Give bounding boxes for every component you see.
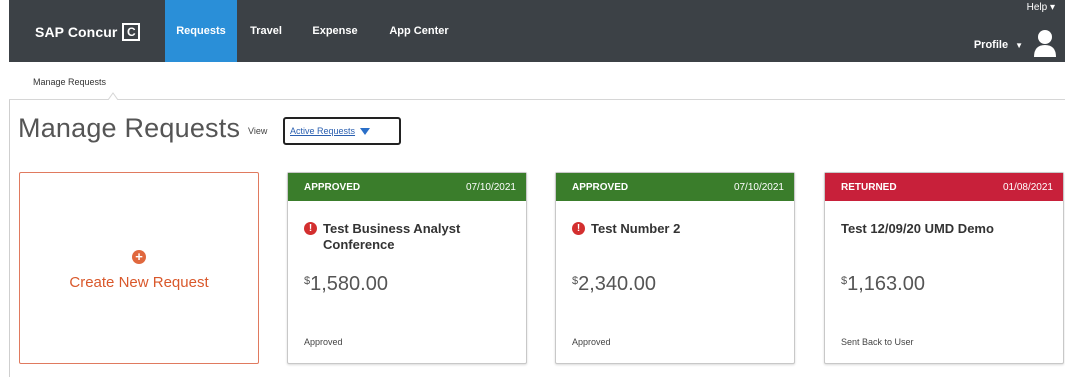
view-filter-dropdown[interactable]: Active Requests — [283, 117, 401, 145]
request-date: 01/08/2021 — [1002, 181, 1053, 193]
brand-name: SAP Concur — [35, 24, 118, 40]
create-new-request-label: Create New Request — [69, 274, 209, 291]
request-status-header: RETURNED 01/08/2021 — [825, 173, 1063, 201]
request-footer-status: Approved — [304, 337, 343, 347]
profile-menu[interactable]: Profile ▼ — [974, 39, 1023, 51]
tab-requests[interactable]: Requests — [165, 0, 237, 62]
request-title-row: Test 12/09/20 UMD Demo — [841, 221, 1051, 237]
request-date: 07/10/2021 — [733, 181, 784, 193]
request-title-row: ! Test Business Analyst Conference — [304, 221, 514, 253]
create-new-request-card[interactable]: + Create New Request — [19, 172, 259, 364]
active-indicator-icon — [108, 92, 118, 100]
request-title: Test 12/09/20 UMD Demo — [841, 221, 994, 236]
plus-circle-icon: + — [132, 250, 146, 264]
request-card[interactable]: APPROVED 07/10/2021 ! Test Business Anal… — [287, 172, 527, 364]
request-title-row: ! Test Number 2 — [572, 221, 782, 237]
currency-symbol: $ — [841, 275, 848, 287]
tab-label: App Center — [389, 25, 449, 37]
subnav-manage-requests[interactable]: Manage Requests — [33, 77, 106, 87]
request-amount: $2,340.00 — [572, 273, 656, 296]
alert-icon: ! — [572, 222, 585, 235]
amount-value: 1,580.00 — [310, 273, 388, 295]
caret-down-icon — [360, 127, 371, 135]
tab-expense[interactable]: Expense — [304, 0, 366, 62]
user-silhouette-icon[interactable] — [1033, 28, 1057, 58]
chevron-down-icon: ▼ — [1015, 41, 1023, 50]
request-amount: $1,163.00 — [841, 273, 925, 296]
request-status-header: APPROVED 07/10/2021 — [288, 173, 526, 201]
request-amount: $1,580.00 — [304, 273, 388, 296]
tab-travel[interactable]: Travel — [242, 0, 290, 62]
profile-label: Profile — [973, 39, 1009, 51]
view-label: View — [248, 126, 268, 136]
request-status-header: APPROVED 07/10/2021 — [556, 173, 794, 201]
request-footer-status: Sent Back to User — [841, 337, 914, 347]
help-menu[interactable]: Help ▾ — [1027, 2, 1055, 13]
amount-value: 1,163.00 — [847, 273, 925, 295]
amount-value: 2,340.00 — [578, 273, 656, 295]
tab-label: Requests — [176, 25, 226, 37]
view-selected-value: Active Requests — [290, 126, 356, 136]
sap-concur-logo[interactable]: SAP Concur C — [35, 23, 141, 41]
currency-symbol: $ — [304, 275, 311, 287]
status-badge: APPROVED — [304, 181, 361, 193]
tab-label: Travel — [250, 25, 282, 37]
concur-c-icon: C — [122, 23, 141, 41]
tab-app-center[interactable]: App Center — [379, 0, 459, 62]
status-badge: APPROVED — [572, 181, 629, 193]
request-title: Test Business Analyst Conference — [323, 221, 461, 252]
tab-label: Expense — [312, 25, 358, 37]
top-nav-bar: SAP Concur C Requests Travel Expense App… — [9, 0, 1065, 62]
request-card[interactable]: RETURNED 01/08/2021 Test 12/09/20 UMD De… — [824, 172, 1064, 364]
request-footer-status: Approved — [572, 337, 611, 347]
request-card[interactable]: APPROVED 07/10/2021 ! Test Number 2 $2,3… — [555, 172, 795, 364]
currency-symbol: $ — [572, 275, 579, 287]
alert-icon: ! — [304, 222, 317, 235]
request-title: Test Number 2 — [591, 221, 681, 236]
sub-nav-bar: Manage Requests — [9, 62, 1065, 100]
status-badge: RETURNED — [841, 181, 897, 193]
request-date: 07/10/2021 — [465, 181, 516, 193]
page-border — [9, 100, 10, 377]
page-title: Manage Requests — [18, 113, 241, 143]
